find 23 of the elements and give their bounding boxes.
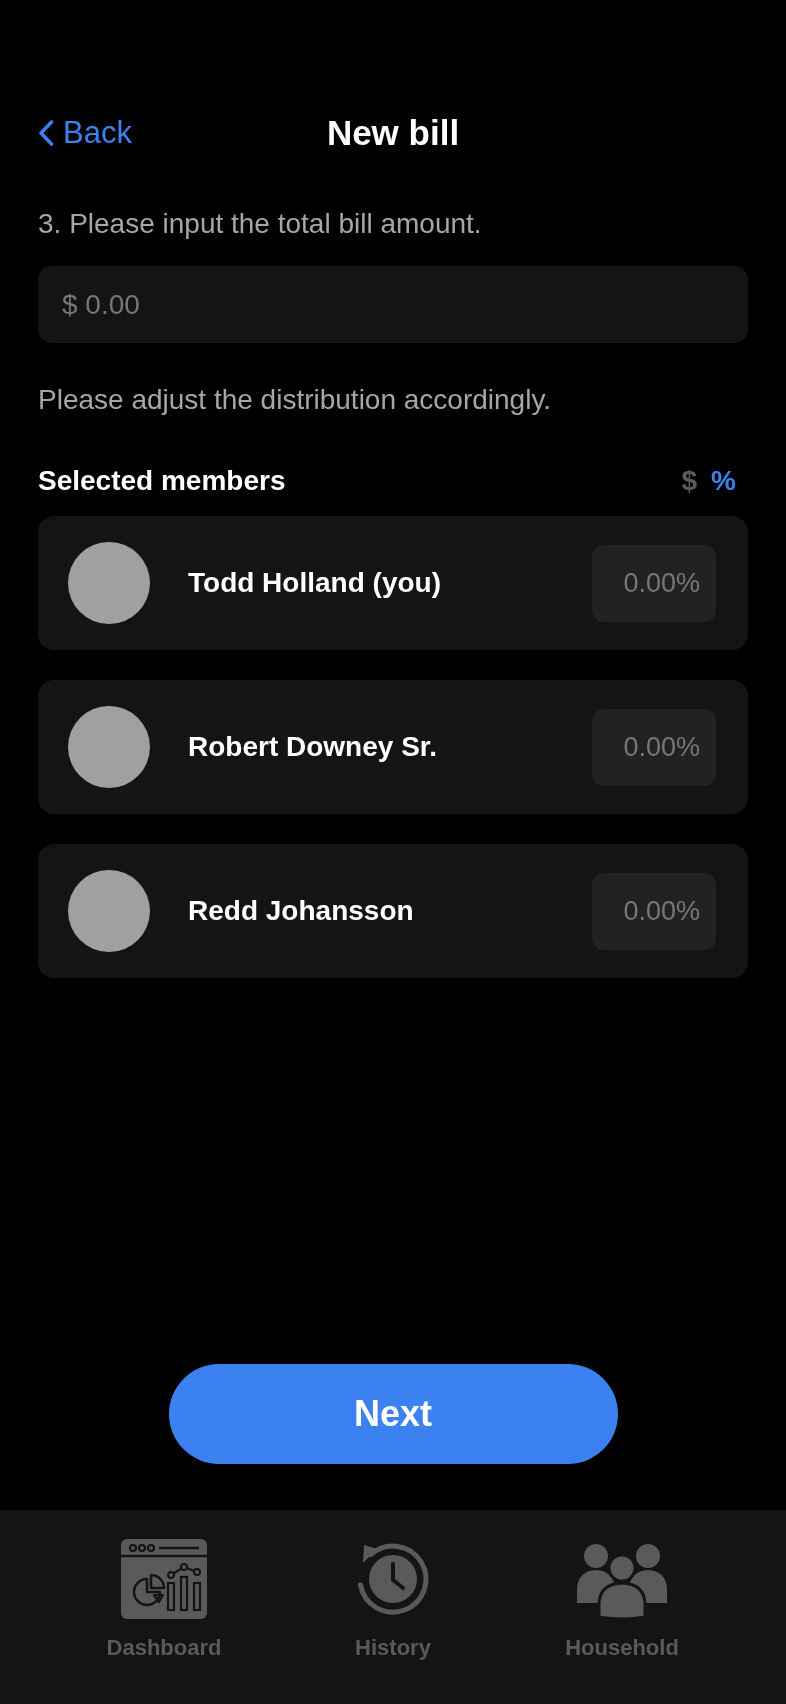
chevron-left-icon [38, 120, 54, 146]
share-field[interactable]: 0.00% [592, 872, 716, 950]
nav-tab[interactable]: History [328, 1539, 458, 1663]
dashboard-icon [121, 1539, 207, 1619]
member-name: Todd Holland (you) [188, 566, 442, 600]
avatar-icon [68, 870, 150, 952]
instruction-text: Please adjust the distribution accordingly. [38, 383, 553, 417]
share-field[interactable]: 0.00% [592, 544, 716, 622]
member-name: Robert Downey Sr. [188, 730, 438, 764]
share-field[interactable]: 0.00% [592, 708, 716, 786]
section-title: Selected members [38, 464, 286, 498]
member-name: Redd Johansson [188, 894, 415, 928]
nav-tab[interactable]: Dashboard [99, 1539, 229, 1663]
back-button[interactable]: Back [38, 115, 132, 151]
avatar-icon [68, 706, 150, 788]
nav-tab[interactable]: Household [557, 1539, 687, 1663]
amount-field[interactable]: $ 0.00 [38, 266, 748, 343]
avatar-icon [68, 542, 150, 624]
page-title: New bill [326, 112, 460, 154]
step-prompt: 3. Please input the total bill amount. [38, 207, 483, 241]
unit-option[interactable]: $ [679, 463, 700, 499]
unit-option[interactable]: % [709, 463, 738, 499]
next-button[interactable]: Next [168, 1364, 618, 1464]
